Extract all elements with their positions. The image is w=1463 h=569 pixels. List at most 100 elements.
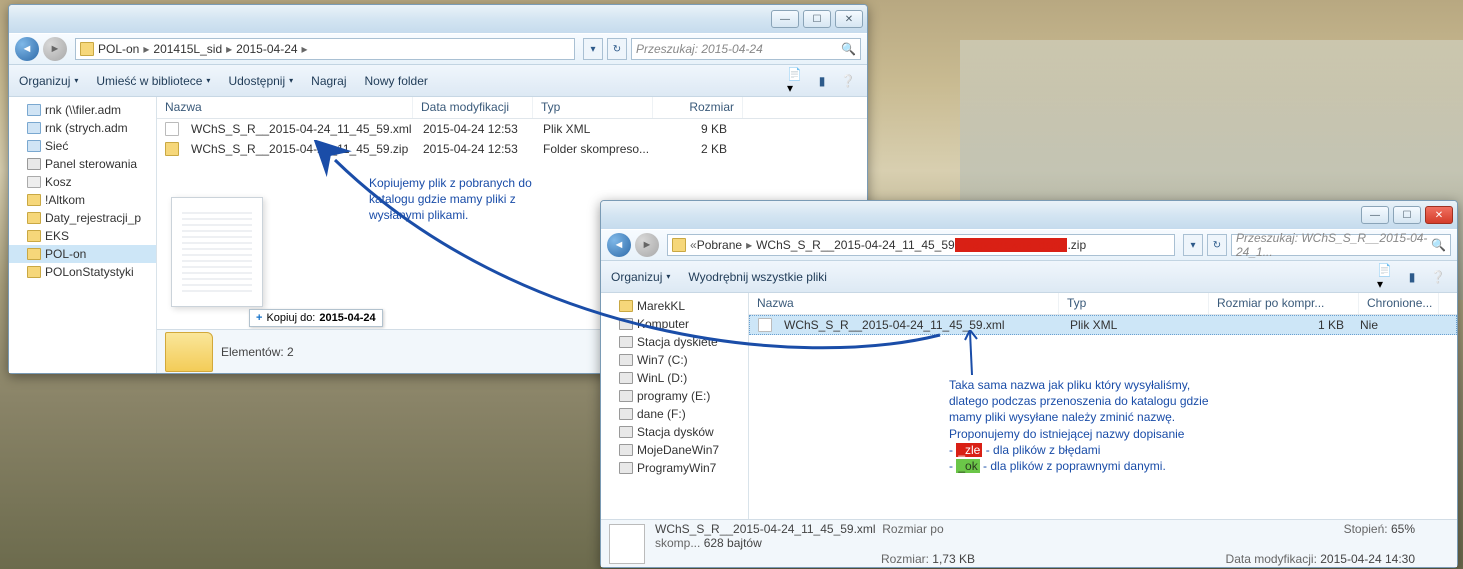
minimize-button[interactable]: — [771,10,799,28]
preview-pane-icon[interactable]: ▮ [1403,268,1421,286]
maximize-button[interactable]: ☐ [1393,206,1421,224]
preview-pane-icon[interactable]: ▮ [813,72,831,90]
file-row[interactable]: WChS_S_R__2015-04-24_11_45_59.zip 2015-0… [157,139,867,159]
sidebar-item[interactable]: ProgramyWin7 [601,459,748,477]
col-type[interactable]: Typ [533,97,653,118]
history-dropdown[interactable]: ▾ [1183,234,1203,256]
sidebar-item[interactable]: rnk (\\filer.adm [9,101,156,119]
sidebar-item[interactable]: Stacja dyskiete [601,333,748,351]
file-list-area: Nazwa Typ Rozmiar po kompr... Chronione.… [749,293,1457,519]
sidebar-item-label: Sieć [45,139,68,153]
file-icon [609,524,645,564]
close-button[interactable]: ✕ [1425,206,1453,224]
sidebar-item-label: dane (F:) [637,407,686,421]
sidebar-item[interactable]: WinL (D:) [601,369,748,387]
titlebar[interactable]: — ☐ ✕ [601,201,1457,229]
nav-forward-button[interactable]: ► [43,37,67,61]
refresh-button[interactable]: ↻ [607,38,627,60]
maximize-button[interactable]: ☐ [803,10,831,28]
breadcrumb-seg[interactable]: 201415L_sid [153,42,222,56]
col-csize[interactable]: Rozmiar po kompr... [1209,293,1359,314]
col-size[interactable]: Rozmiar [653,97,743,118]
history-dropdown[interactable]: ▾ [583,38,603,60]
sidebar-item-label: ProgramyWin7 [637,461,716,475]
new-folder-button[interactable]: Nowy folder [365,74,428,88]
address-bar[interactable]: POL-on▸ 201415L_sid▸ 2015-04-24▸ [75,38,575,60]
sidebar-item-label: Stacja dyskiete [637,335,718,349]
close-button[interactable]: ✕ [835,10,863,28]
annotation-text: Taka sama nazwa jak pliku który wysyłali… [949,377,1209,474]
search-placeholder: Przeszukaj: 2015-04-24 [636,42,763,56]
nav-tree[interactable]: MarekKL Komputer Stacja dyskiete Win7 (C:)W… [601,293,749,519]
folder-icon [27,158,41,170]
sidebar-item[interactable]: Daty_rejestracji_p [9,209,156,227]
sidebar-item-label: rnk (strych.adm [45,121,128,135]
column-headers[interactable]: Nazwa Typ Rozmiar po kompr... Chronione.… [749,293,1457,315]
help-icon[interactable]: ❔ [839,72,857,90]
folder-icon [27,212,41,224]
sidebar-item[interactable]: MarekKL [601,297,748,315]
sidebar-item[interactable]: programy (E:) [601,387,748,405]
col-date[interactable]: Data modyfikacji [413,97,533,118]
file-type: Folder skompreso... [535,142,655,156]
sidebar-item[interactable]: EKS [9,227,156,245]
breadcrumb-seg[interactable]: POL-on [98,42,139,56]
extract-all-button[interactable]: Wyodrębnij wszystkie pliki [688,270,827,284]
organize-menu[interactable]: Organizuj▾ [19,74,78,88]
breadcrumb-seg[interactable]: 2015-04-24 [236,42,297,56]
toolbar: Organizuj▾ Umieść w bibliotece▾ Udostępn… [9,65,867,97]
library-menu[interactable]: Umieść w bibliotece▾ [96,74,210,88]
sidebar-item[interactable]: dane (F:) [601,405,748,423]
sidebar-item[interactable]: Sieć [9,137,156,155]
file-date: 2015-04-24 12:53 [415,142,535,156]
col-name[interactable]: Nazwa [157,97,413,118]
file-row[interactable]: WChS_S_R__2015-04-24_11_45_59.xml Plik X… [749,315,1457,335]
nav-back-button[interactable]: ◄ [15,37,39,61]
folder-icon [27,122,41,134]
nav-tree[interactable]: rnk (\\filer.adm rnk (strych.adm Sieć Panel… [9,97,157,373]
search-icon: 🔍 [841,42,856,56]
sidebar-item-label: Komputer [637,317,689,331]
file-date: 2015-04-24 12:53 [415,122,535,136]
sidebar-item[interactable]: Komputer [601,315,748,333]
sidebar-item[interactable]: POL-on [9,245,156,263]
column-headers[interactable]: Nazwa Data modyfikacji Typ Rozmiar [157,97,867,119]
nav-forward-button[interactable]: ► [635,233,659,257]
organize-menu[interactable]: Organizuj▾ [611,270,670,284]
share-menu[interactable]: Udostępnij▾ [228,74,293,88]
file-name: WChS_S_R__2015-04-24_11_45_59.xml [776,318,1062,332]
breadcrumb-file[interactable]: WChS_S_R__2015-04-24_11_45_59_niepoprawn… [756,238,1086,252]
breadcrumb-seg[interactable]: Pobrane [697,238,742,252]
search-input[interactable]: Przeszukaj: WChS_S_R__2015-04-24_1... 🔍 [1231,234,1451,256]
folder-icon [165,332,213,372]
sidebar-item[interactable]: Stacja dysków [601,423,748,441]
sidebar-item[interactable]: MojeDaneWin7 [601,441,748,459]
col-name[interactable]: Nazwa [749,293,1059,314]
minimize-button[interactable]: — [1361,206,1389,224]
sidebar-item[interactable]: rnk (strych.adm [9,119,156,137]
sidebar-item[interactable]: POLonStatystyki [9,263,156,281]
titlebar[interactable]: — ☐ ✕ [9,5,867,33]
folder-icon [27,248,41,260]
sidebar-item[interactable]: Panel sterowania [9,155,156,173]
address-bar[interactable]: « Pobrane▸ WChS_S_R__2015-04-24_11_45_59… [667,234,1175,256]
sidebar-item[interactable]: Win7 (C:) [601,351,748,369]
file-name: WChS_S_R__2015-04-24_11_45_59.xml [183,122,415,136]
search-placeholder: Przeszukaj: WChS_S_R__2015-04-24_1... [1236,231,1431,259]
view-options-icon[interactable]: 📄▾ [787,72,805,90]
sidebar-item-label: Panel sterowania [45,157,137,171]
col-chron[interactable]: Chronione... [1359,293,1439,314]
sidebar-item[interactable]: !Altkom [9,191,156,209]
burn-button[interactable]: Nagraj [311,74,346,88]
view-options-icon[interactable]: 📄▾ [1377,268,1395,286]
nav-back-button[interactable]: ◄ [607,233,631,257]
folder-icon [27,266,41,278]
sidebar-item-label: !Altkom [45,193,85,207]
explorer-window-2: — ☐ ✕ ◄ ► « Pobrane▸ WChS_S_R__2015-04-2… [600,200,1458,568]
sidebar-item[interactable]: Kosz [9,173,156,191]
help-icon[interactable]: ❔ [1429,268,1447,286]
refresh-button[interactable]: ↻ [1207,234,1227,256]
file-row[interactable]: WChS_S_R__2015-04-24_11_45_59.xml 2015-0… [157,119,867,139]
search-input[interactable]: Przeszukaj: 2015-04-24 🔍 [631,38,861,60]
col-type[interactable]: Typ [1059,293,1209,314]
